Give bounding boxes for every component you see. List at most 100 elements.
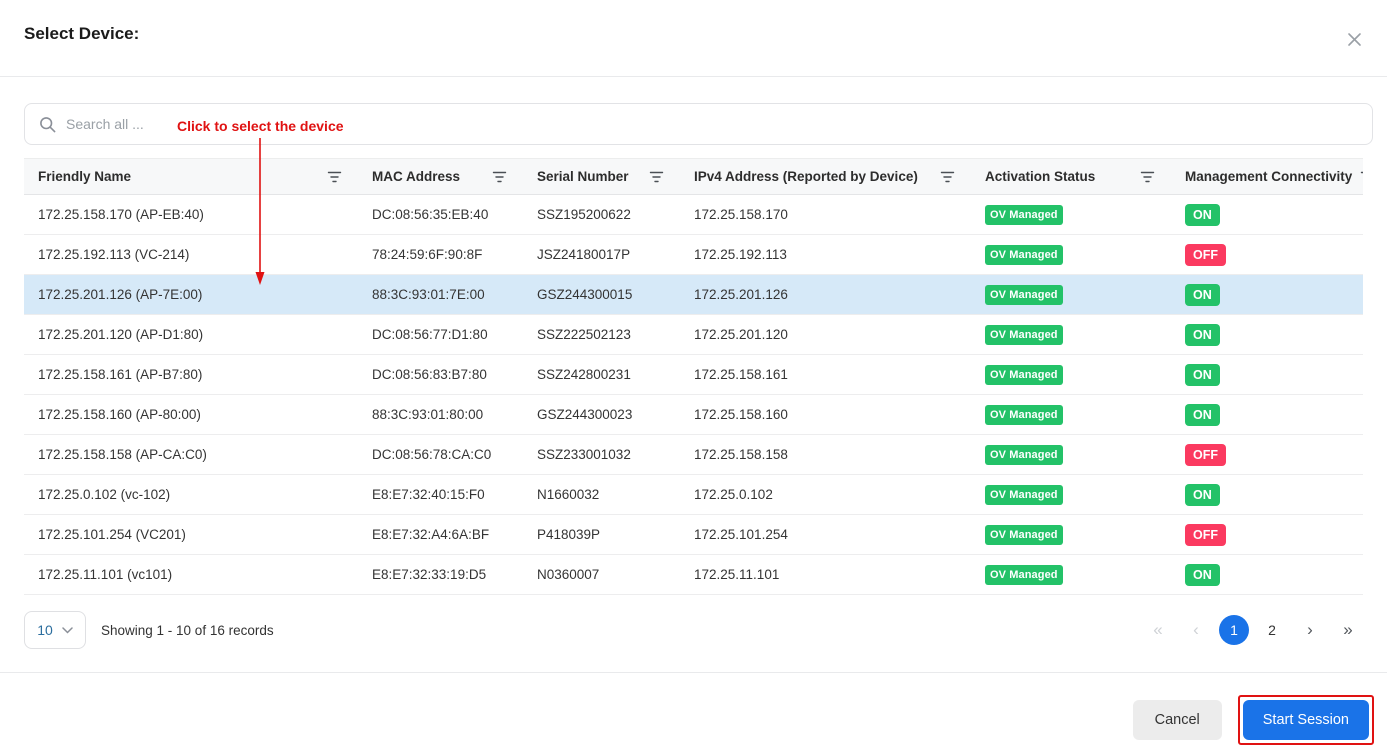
activation-status-badge: OV Managed <box>985 245 1063 265</box>
modal-header: Select Device: <box>0 0 1387 77</box>
table-row[interactable]: 172.25.201.126 (AP-7E:00)88:3C:93:01:7E:… <box>24 275 1363 315</box>
cell-friendly-name: 172.25.192.113 (VC-214) <box>24 235 358 275</box>
pagination-bar: 10 Showing 1 - 10 of 16 records « ‹ 1 2 … <box>24 608 1363 652</box>
table-header-row: Friendly Name MAC Address Serial Number … <box>24 159 1363 195</box>
filter-icon[interactable] <box>490 169 509 185</box>
cell-mac-address: 88:3C:93:01:80:00 <box>358 395 523 435</box>
connectivity-badge: ON <box>1185 324 1220 346</box>
cell-friendly-name: 172.25.158.161 (AP-B7:80) <box>24 355 358 395</box>
pagination-summary: Showing 1 - 10 of 16 records <box>101 623 274 638</box>
close-icon[interactable] <box>1343 28 1365 50</box>
cell-friendly-name: 172.25.101.254 (VC201) <box>24 515 358 555</box>
cell-mac-address: 78:24:59:6F:90:8F <box>358 235 523 275</box>
cell-serial-number: P418039P <box>523 515 680 555</box>
connectivity-badge: OFF <box>1185 444 1226 466</box>
activation-status-badge-cell: OV Managed <box>971 435 1171 475</box>
table-row[interactable]: 172.25.158.158 (AP-CA:C0)DC:08:56:78:CA:… <box>24 435 1363 475</box>
table-row[interactable]: 172.25.158.170 (AP-EB:40)DC:08:56:35:EB:… <box>24 195 1363 235</box>
table-row[interactable]: 172.25.192.113 (VC-214)78:24:59:6F:90:8F… <box>24 235 1363 275</box>
cell-ipv4-address: 172.25.158.158 <box>680 435 971 475</box>
activation-status-badge-cell: OV Managed <box>971 355 1171 395</box>
cell-friendly-name: 172.25.201.120 (AP-D1:80) <box>24 315 358 355</box>
activation-status-badge-cell: OV Managed <box>971 315 1171 355</box>
cell-serial-number: SSZ242800231 <box>523 355 680 395</box>
table-row[interactable]: 172.25.158.161 (AP-B7:80)DC:08:56:83:B7:… <box>24 355 1363 395</box>
column-header-serial-number: Serial Number <box>523 159 680 195</box>
column-label: Friendly Name <box>38 169 131 184</box>
page-button-1[interactable]: 1 <box>1219 615 1249 645</box>
connectivity-badge-cell: OFF <box>1171 235 1363 275</box>
activation-status-badge-cell: OV Managed <box>971 515 1171 555</box>
connectivity-badge-cell: ON <box>1171 555 1363 595</box>
activation-status-badge-cell: OV Managed <box>971 195 1171 235</box>
table-row[interactable]: 172.25.101.254 (VC201)E8:E7:32:A4:6A:BFP… <box>24 515 1363 555</box>
device-table-body: 172.25.158.170 (AP-EB:40)DC:08:56:35:EB:… <box>24 195 1363 595</box>
next-page-button[interactable]: › <box>1295 615 1325 645</box>
cell-mac-address: E8:E7:32:40:15:F0 <box>358 475 523 515</box>
start-session-button[interactable]: Start Session <box>1243 700 1369 740</box>
activation-status-badge-cell: OV Managed <box>971 555 1171 595</box>
page-size-value: 10 <box>37 622 53 638</box>
cell-friendly-name: 172.25.0.102 (vc-102) <box>24 475 358 515</box>
table-row[interactable]: 172.25.0.102 (vc-102)E8:E7:32:40:15:F0N1… <box>24 475 1363 515</box>
search-area <box>0 77 1387 145</box>
cell-friendly-name: 172.25.11.101 (vc101) <box>24 555 358 595</box>
cell-mac-address: 88:3C:93:01:7E:00 <box>358 275 523 315</box>
activation-status-badge-cell: OV Managed <box>971 395 1171 435</box>
search-box[interactable] <box>24 103 1373 145</box>
modal-footer: Cancel Start Session <box>0 673 1387 745</box>
pager: « ‹ 1 2 › » <box>1143 615 1363 645</box>
connectivity-badge: OFF <box>1185 524 1226 546</box>
table-row[interactable]: 172.25.201.120 (AP-D1:80)DC:08:56:77:D1:… <box>24 315 1363 355</box>
device-table: Friendly Name MAC Address Serial Number … <box>24 158 1363 595</box>
search-input[interactable] <box>66 116 1358 132</box>
cell-serial-number: N0360007 <box>523 555 680 595</box>
modal-title: Select Device: <box>24 24 1363 44</box>
connectivity-badge: ON <box>1185 204 1220 226</box>
connectivity-badge: ON <box>1185 364 1220 386</box>
cell-friendly-name: 172.25.158.158 (AP-CA:C0) <box>24 435 358 475</box>
cell-mac-address: DC:08:56:77:D1:80 <box>358 315 523 355</box>
cell-serial-number: N1660032 <box>523 475 680 515</box>
activation-status-badge: OV Managed <box>985 525 1063 545</box>
activation-status-badge-cell: OV Managed <box>971 275 1171 315</box>
cancel-button[interactable]: Cancel <box>1133 700 1222 740</box>
table-row[interactable]: 172.25.158.160 (AP-80:00)88:3C:93:01:80:… <box>24 395 1363 435</box>
prev-page-button[interactable]: ‹ <box>1181 615 1211 645</box>
connectivity-badge-cell: ON <box>1171 195 1363 235</box>
cell-ipv4-address: 172.25.0.102 <box>680 475 971 515</box>
cell-ipv4-address: 172.25.11.101 <box>680 555 971 595</box>
filter-icon[interactable] <box>647 169 666 185</box>
device-table-wrap: Friendly Name MAC Address Serial Number … <box>0 145 1387 595</box>
cell-mac-address: E8:E7:32:A4:6A:BF <box>358 515 523 555</box>
page-size-select[interactable]: 10 <box>24 611 86 649</box>
connectivity-badge-cell: ON <box>1171 475 1363 515</box>
filter-icon[interactable] <box>1138 169 1157 185</box>
first-page-button[interactable]: « <box>1143 615 1173 645</box>
cell-serial-number: GSZ244300015 <box>523 275 680 315</box>
cell-mac-address: DC:08:56:35:EB:40 <box>358 195 523 235</box>
column-header-friendly-name: Friendly Name <box>24 159 358 195</box>
column-header-mac-address: MAC Address <box>358 159 523 195</box>
search-icon <box>39 116 56 133</box>
cell-ipv4-address: 172.25.201.126 <box>680 275 971 315</box>
filter-icon[interactable] <box>938 169 957 185</box>
connectivity-badge: ON <box>1185 284 1220 306</box>
cell-serial-number: JSZ24180017P <box>523 235 680 275</box>
connectivity-badge-cell: ON <box>1171 355 1363 395</box>
last-page-button[interactable]: » <box>1333 615 1363 645</box>
cell-mac-address: DC:08:56:83:B7:80 <box>358 355 523 395</box>
column-label: Serial Number <box>537 169 629 184</box>
page-button-2[interactable]: 2 <box>1257 615 1287 645</box>
cell-ipv4-address: 172.25.158.160 <box>680 395 971 435</box>
connectivity-badge: ON <box>1185 564 1220 586</box>
cell-serial-number: SSZ233001032 <box>523 435 680 475</box>
column-header-ipv4-address: IPv4 Address (Reported by Device) <box>680 159 971 195</box>
filter-icon[interactable] <box>1358 169 1363 185</box>
cell-mac-address: DC:08:56:78:CA:C0 <box>358 435 523 475</box>
connectivity-badge-cell: OFF <box>1171 435 1363 475</box>
activation-status-badge: OV Managed <box>985 325 1063 345</box>
table-row[interactable]: 172.25.11.101 (vc101)E8:E7:32:33:19:D5N0… <box>24 555 1363 595</box>
filter-icon[interactable] <box>325 169 344 185</box>
cell-ipv4-address: 172.25.158.161 <box>680 355 971 395</box>
